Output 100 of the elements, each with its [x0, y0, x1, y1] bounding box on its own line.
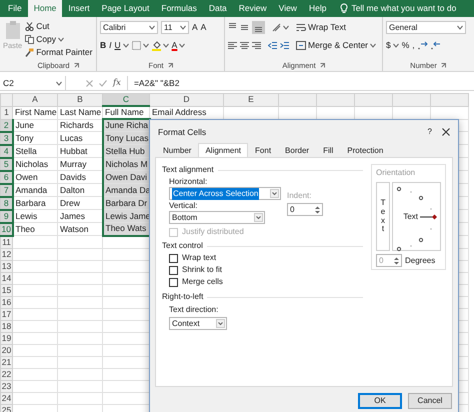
table-cell: Tony: [12, 132, 58, 144]
font-name-field[interactable]: Calibri: [100, 21, 158, 34]
row-header[interactable]: 16: [0, 296, 12, 308]
increase-indent-icon[interactable]: [280, 41, 289, 50]
row-header[interactable]: 18: [0, 320, 12, 332]
row-header[interactable]: 17: [0, 308, 12, 320]
ribbon-tab[interactable]: Review: [232, 0, 273, 17]
dialog-launcher-icon[interactable]: [168, 63, 172, 68]
dialog-tab[interactable]: Number: [156, 144, 198, 157]
checkbox[interactable]: [169, 266, 178, 274]
ribbon-tab[interactable]: Help: [302, 0, 332, 17]
caret-icon: [180, 25, 186, 30]
column-header[interactable]: E: [224, 94, 278, 106]
help-button[interactable]: ?: [428, 128, 432, 136]
align-right-icon[interactable]: [252, 41, 261, 50]
table-cell: Nicholas: [12, 158, 58, 170]
ribbon-tab[interactable]: Data: [202, 0, 233, 17]
borders-button[interactable]: [132, 39, 149, 52]
grow-font-button[interactable]: A: [192, 21, 198, 34]
decrease-decimal-icon[interactable]: [430, 41, 441, 50]
row-header[interactable]: 23: [0, 380, 12, 392]
middle-align-icon[interactable]: [240, 23, 249, 32]
ribbon-tab[interactable]: Page Layout: [96, 0, 156, 17]
vertical-text-button[interactable]: Text: [376, 182, 390, 251]
row-header[interactable]: 19: [0, 332, 12, 344]
checkbox[interactable]: [169, 278, 178, 286]
row-header[interactable]: 12: [0, 248, 12, 260]
decrease-indent-icon[interactable]: [268, 41, 277, 50]
ok-button[interactable]: OK: [358, 393, 402, 409]
ribbon-tab[interactable]: Formulas: [155, 0, 203, 17]
close-button[interactable]: [442, 128, 450, 136]
row-header[interactable]: 14: [0, 272, 12, 284]
italic-button[interactable]: I: [109, 39, 112, 52]
dialog-tab[interactable]: Fill: [316, 144, 340, 157]
text-direction-select[interactable]: Context: [169, 317, 227, 330]
shrink-font-button[interactable]: A: [200, 21, 206, 34]
column-header[interactable]: A: [12, 94, 58, 106]
align-center-icon[interactable]: [240, 41, 249, 50]
cancel-button[interactable]: Cancel: [408, 393, 452, 409]
copy-icon: [25, 35, 34, 44]
number-format-field[interactable]: General: [386, 21, 466, 34]
formula-field[interactable]: =A2&" "&B2: [126, 76, 474, 90]
checkbox-label: Shrink to fit: [182, 264, 222, 276]
orientation-button[interactable]: [272, 21, 289, 34]
wrap-text-button[interactable]: Wrap Text: [296, 21, 346, 34]
column-header[interactable]: B: [58, 94, 102, 106]
dialog-tab[interactable]: Border: [278, 144, 316, 157]
column-header[interactable]: D: [150, 94, 224, 106]
row-header[interactable]: 1: [0, 106, 12, 119]
dialog-tab[interactable]: Protection: [340, 144, 390, 157]
table-cell: First Name: [12, 106, 58, 119]
dialog-tab[interactable]: Alignment: [198, 143, 248, 157]
row-header[interactable]: 15: [0, 284, 12, 296]
row-header[interactable]: 20: [0, 344, 12, 356]
section-heading: Text control: [162, 240, 203, 252]
ribbon-tab[interactable]: File: [2, 0, 28, 17]
field-label: Horizontal:: [169, 176, 208, 187]
merge-center-button[interactable]: Merge & Center: [296, 39, 376, 52]
ribbon-tab[interactable]: View: [272, 0, 303, 17]
row-header[interactable]: 21: [0, 356, 12, 368]
format-painter-button[interactable]: Format Painter: [25, 46, 92, 59]
copy-button[interactable]: Copy: [25, 33, 92, 46]
font-color-button[interactable]: A: [172, 39, 186, 52]
underline-button[interactable]: U: [114, 39, 129, 52]
insert-function-button[interactable]: fx: [113, 78, 121, 88]
column-header[interactable]: C: [102, 94, 150, 106]
row-header[interactable]: 24: [0, 392, 12, 404]
ribbon-tab[interactable]: Home: [28, 0, 62, 17]
table-cell: Tony Lucas: [102, 132, 150, 144]
ribbon-tab[interactable]: Insert: [62, 0, 96, 17]
vertical-select[interactable]: Bottom: [169, 211, 265, 224]
indent-field[interactable]: 0: [287, 203, 323, 216]
horizontal-select[interactable]: Center Across Selection: [169, 187, 281, 200]
increase-decimal-icon[interactable]: [418, 41, 428, 50]
row-header[interactable]: 13: [0, 260, 12, 272]
name-box[interactable]: C2: [0, 76, 66, 90]
checkbox-label: Justify distributed: [182, 226, 244, 238]
comma-button[interactable]: ,: [412, 39, 415, 52]
percent-button[interactable]: %: [402, 39, 410, 52]
fill-color-button[interactable]: [152, 39, 169, 52]
caret-icon: [370, 43, 376, 48]
section-heading: Orientation: [376, 167, 416, 179]
dialog-launcher-icon[interactable]: [440, 63, 446, 68]
spin-arrows-icon: [392, 256, 400, 266]
dialog-launcher-icon[interactable]: [74, 63, 79, 68]
currency-button[interactable]: $: [386, 39, 399, 52]
dialog-tab[interactable]: Font: [248, 144, 278, 157]
paintbrush-icon: [25, 48, 34, 57]
orientation-dial[interactable]: Text: [392, 182, 441, 251]
caret-icon: [283, 25, 289, 30]
row-header[interactable]: 22: [0, 368, 12, 380]
align-left-icon[interactable]: [228, 41, 237, 50]
checkbox[interactable]: [169, 254, 178, 262]
dropdown-arrow-icon: [270, 189, 279, 198]
row-header[interactable]: 2: [0, 119, 12, 132]
bold-button[interactable]: B: [100, 39, 106, 52]
cut-button[interactable]: Cut: [25, 20, 92, 33]
dialog-launcher-icon[interactable]: [320, 63, 325, 68]
tell-me-search[interactable]: Tell me what you want to do: [351, 2, 456, 15]
font-size-field[interactable]: 11: [161, 21, 189, 34]
